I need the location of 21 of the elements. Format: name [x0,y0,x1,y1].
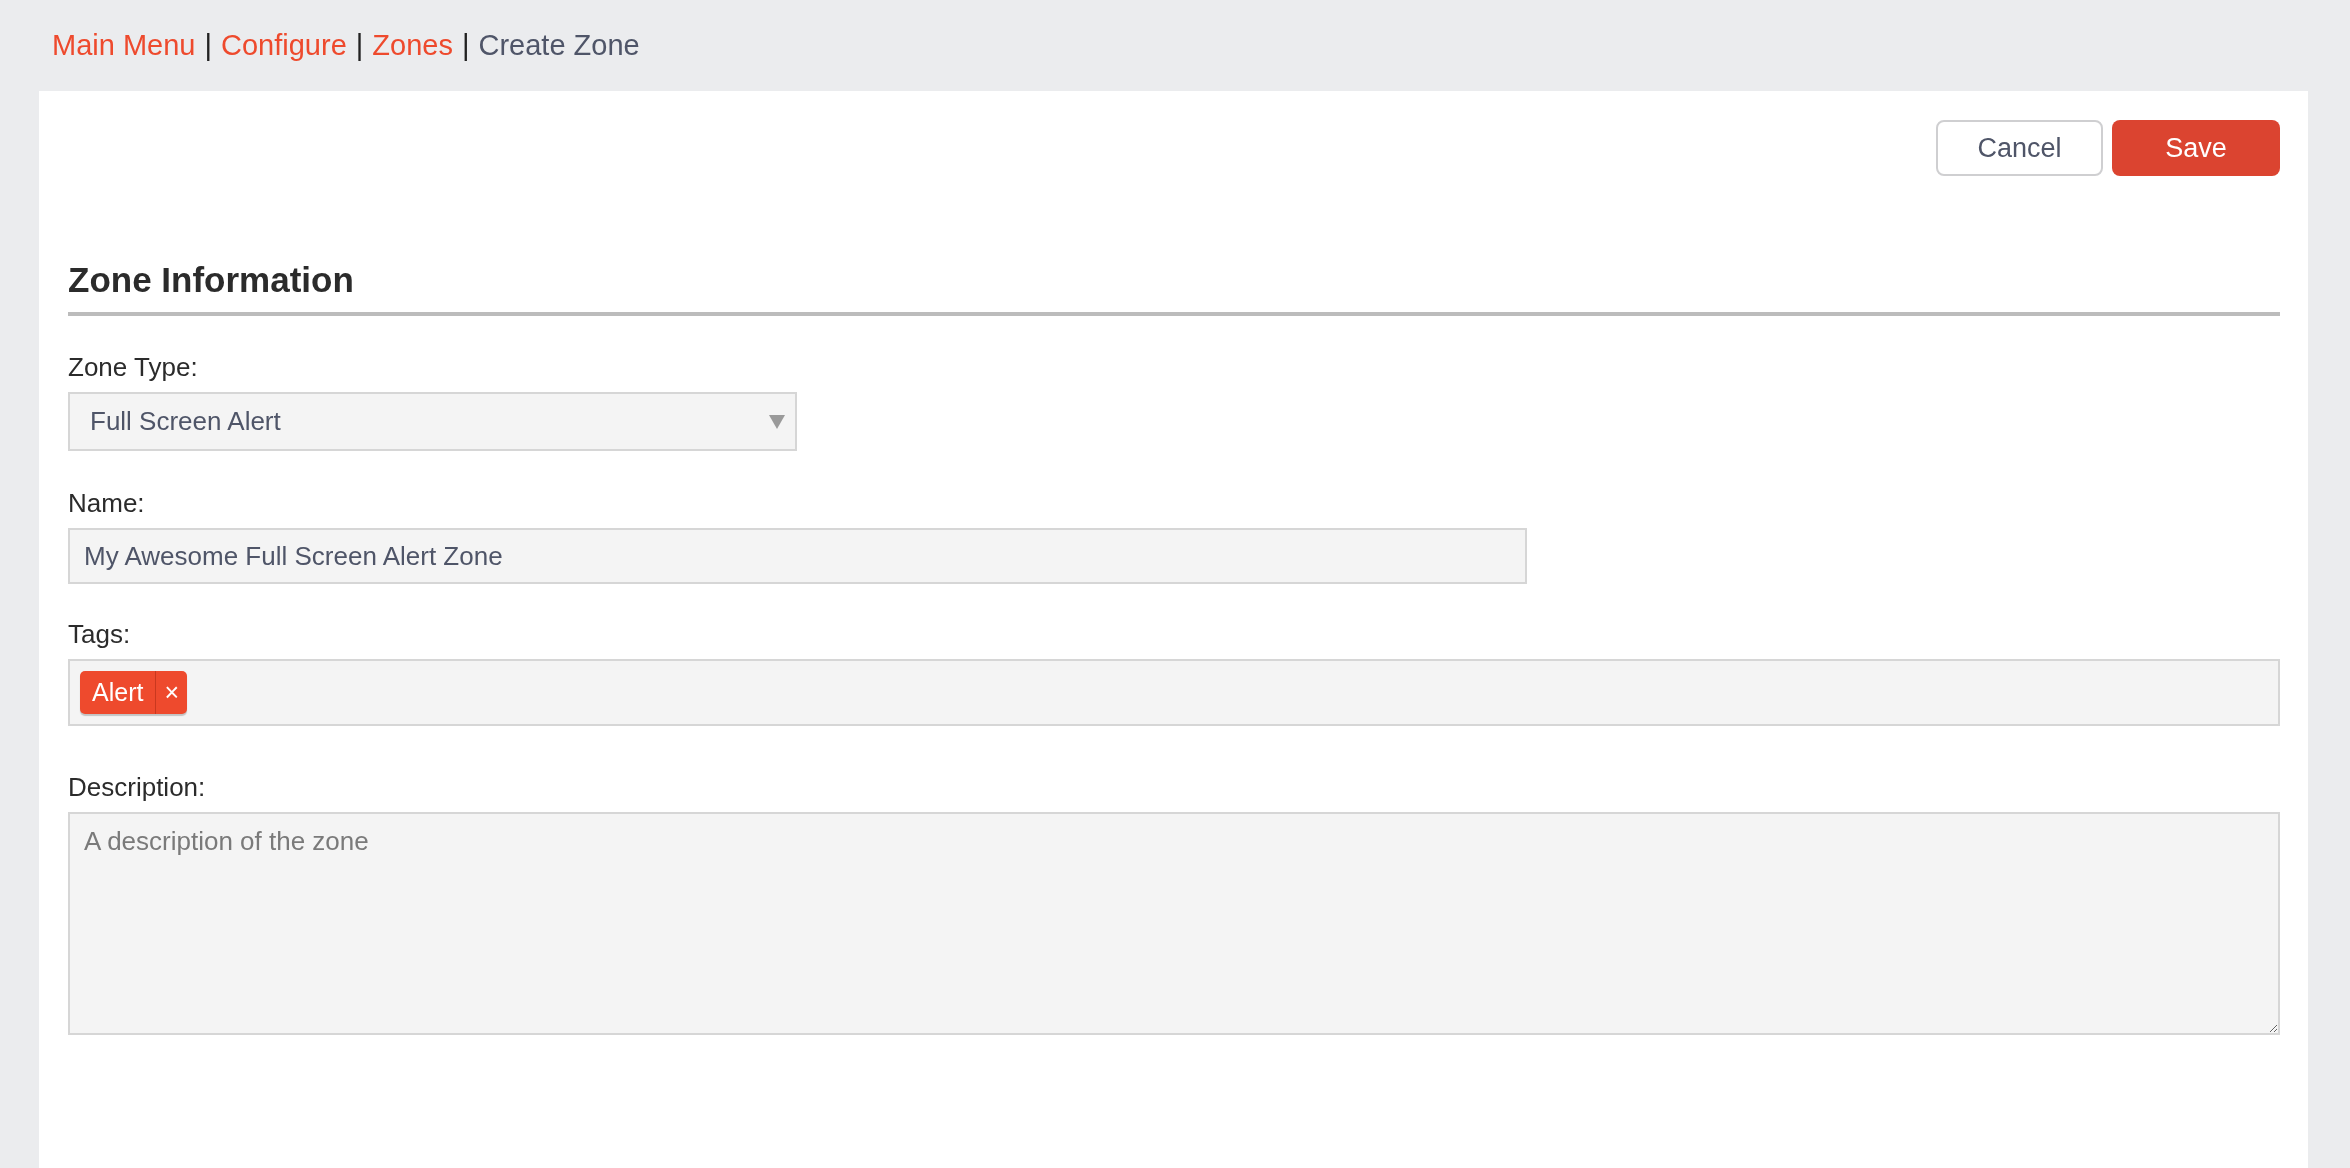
field-label: Zone Type: [68,351,198,384]
cancel-button[interactable]: Cancel [1936,120,2103,176]
save-button[interactable]: Save [2112,120,2280,176]
breadcrumb-separator: | [355,29,364,62]
name-input-field[interactable]: My Awesome Full Screen Alert Zone [68,528,1527,584]
breadcrumb-link[interactable]: Zones [372,29,453,62]
section-heading: Zone Information [68,259,354,301]
zone-type-dropdown[interactable]: Full Screen Alert [68,392,797,451]
description-input-field[interactable]: A description of the zone [68,812,2280,1035]
breadcrumb-link[interactable]: Configure [221,29,347,62]
breadcrumb-link[interactable]: Main Menu [52,29,196,62]
field-label: Description: [68,771,206,804]
field-label: Name: [68,487,145,520]
tags-input-field[interactable]: Alert × [68,659,2280,726]
tag-label: Alert [91,677,145,708]
breadcrumb-separator: | [461,29,470,62]
field-label: Tags: [68,618,131,651]
tag-remove-button[interactable]: × [155,671,187,714]
breadcrumb-current: Create Zone [478,29,640,62]
caret-icon [769,414,785,429]
breadcrumb-separator: | [204,29,212,62]
